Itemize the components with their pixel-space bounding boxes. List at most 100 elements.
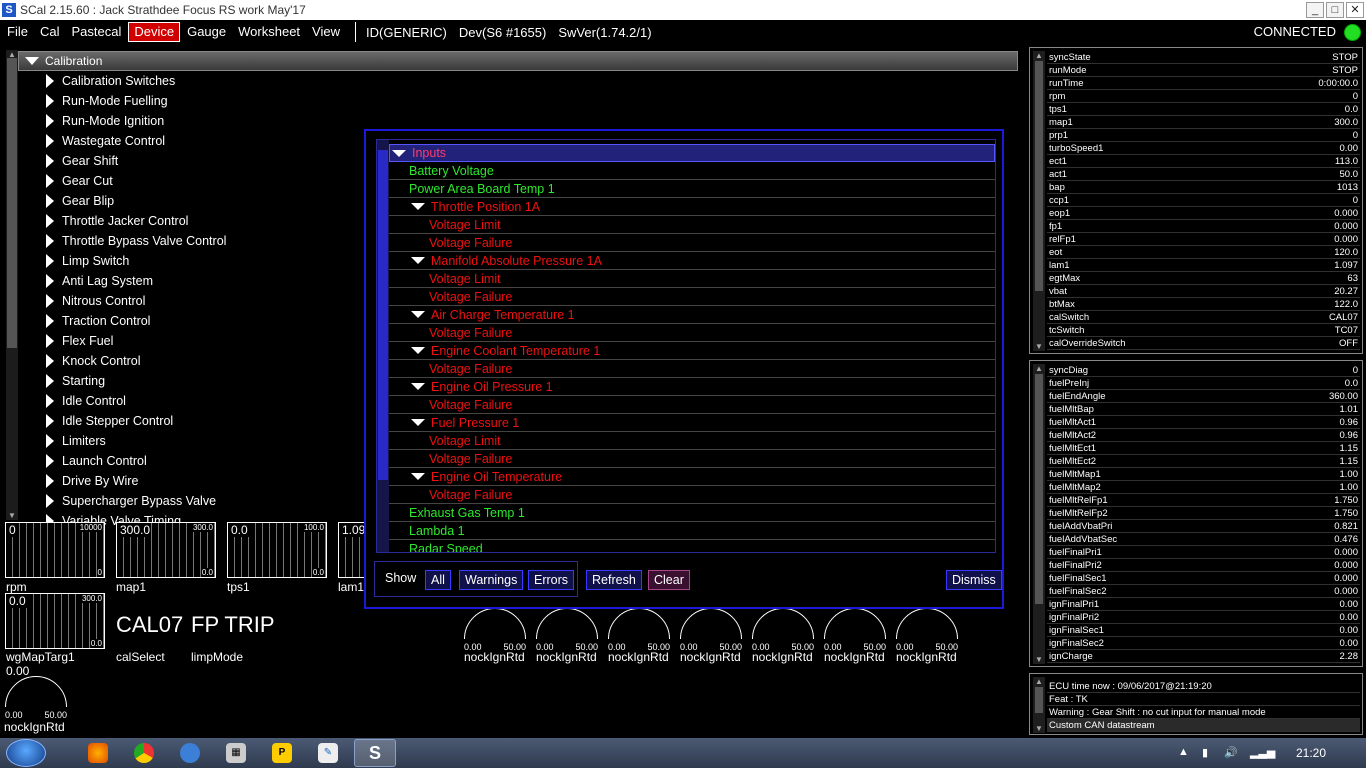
live-data-row[interactable]: fuelMltEct1 1.15 [1047,442,1360,455]
live-data-row[interactable]: fuelMltRelFp2 1.750 [1047,507,1360,520]
dismiss-button[interactable]: Dismiss [946,570,1002,590]
diag-row[interactable]: Radar Speed [389,540,995,553]
panel1-scroll-up-icon[interactable]: ▲ [1035,51,1043,60]
calculator-icon[interactable]: ▦ [226,743,246,763]
live-data-row[interactable]: fuelFinalSec1 0.000 [1047,572,1360,585]
panel1-scroll-down-icon[interactable]: ▼ [1035,342,1043,351]
live-data-row[interactable]: ignFinalPri2 0.00 [1047,611,1360,624]
refresh-button[interactable]: Refresh [586,570,642,590]
live-data-row[interactable]: rpm 0 [1047,90,1360,103]
filter-warnings-button[interactable]: Warnings [459,570,524,590]
live-data-row[interactable]: bap 1013 [1047,181,1360,194]
menu-worksheet[interactable]: Worksheet [233,22,305,42]
live-data-row[interactable]: relFp1 0.000 [1047,233,1360,246]
tree-item[interactable]: Throttle Bypass Valve Control [46,231,226,251]
knock-ign-rtd-dial[interactable]: 0.00 50.00 [752,608,814,656]
menu-view[interactable]: View [307,22,345,42]
live-data-row[interactable]: turboSpeed1 0.00 [1047,142,1360,155]
diag-row[interactable]: Engine Oil Temperature [389,468,995,486]
live-data-row[interactable]: ccp1 0 [1047,194,1360,207]
tree-item[interactable]: Anti Lag System [46,271,153,291]
scal-icon[interactable]: S [365,743,385,763]
scroll-down-icon[interactable]: ▼ [8,511,16,520]
diag-row[interactable]: Voltage Failure [389,486,995,504]
live-data-row[interactable]: calOverrideSwitch OFF [1047,337,1360,350]
knock-ign-rtd-dial[interactable]: 0.00 50.00 [896,608,958,656]
expand-down-icon[interactable] [411,419,425,426]
live-data-row[interactable]: fp1 0.000 [1047,220,1360,233]
tree-item[interactable]: Gear Blip [46,191,114,211]
live-data-row[interactable]: fuelEndAngle 360.00 [1047,390,1360,403]
live-data-row[interactable]: fuelMltEct2 1.15 [1047,455,1360,468]
expand-down-icon[interactable] [411,473,425,480]
live-data-row[interactable]: fuelAddVbatSec 0.476 [1047,533,1360,546]
dialog-scrollbar[interactable] [377,140,389,552]
map1-gauge[interactable]: 300.0 300.0 0.0 [116,522,216,578]
diag-row[interactable]: Inputs [389,144,995,162]
knock-ign-rtd-dial[interactable]: 0.00 50.00 [680,608,742,656]
live-data-row[interactable]: fuelMltAct1 0.96 [1047,416,1360,429]
menu-gauge[interactable]: Gauge [182,22,231,42]
diag-row[interactable]: Engine Coolant Temperature 1 [389,342,995,360]
maximize-button[interactable]: □ [1326,2,1344,18]
expand-down-icon[interactable] [392,149,406,157]
wgmaptarg1-gauge[interactable]: 0.0 300.0 0.0 [5,593,105,649]
live-data-row[interactable]: fuelMltRelFp1 1.750 [1047,494,1360,507]
tree-item[interactable]: Drive By Wire [46,471,138,491]
diag-row[interactable]: Engine Oil Pressure 1 [389,378,995,396]
diag-row[interactable]: Fuel Pressure 1 [389,414,995,432]
live-data-row[interactable]: fuelMltAct2 0.96 [1047,429,1360,442]
knock-ign-rtd-dial[interactable]: 0.00 50.00 [464,608,526,656]
diag-row[interactable]: Voltage Failure [389,360,995,378]
diag-row[interactable]: Lambda 1 [389,522,995,540]
filter-all-button[interactable]: All [425,570,451,590]
tree-item[interactable]: Flex Fuel [46,331,113,351]
expand-down-icon[interactable] [411,203,425,210]
tree-scroll-thumb[interactable] [7,58,17,348]
expand-down-icon[interactable] [411,257,425,264]
live-data-row[interactable]: fuelFinalSec2 0.000 [1047,585,1360,598]
dialog-scroll-thumb[interactable] [378,150,388,480]
diag-row[interactable]: Voltage Failure [389,288,995,306]
diag-row[interactable]: Exhaust Gas Temp 1 [389,504,995,522]
network-icon[interactable]: ▂▃▅ [1250,746,1275,759]
tree-item[interactable]: Run-Mode Fuelling [46,91,168,111]
menu-device[interactable]: Device [128,22,181,42]
minimize-button[interactable]: _ [1306,2,1324,18]
diag-row[interactable]: Manifold Absolute Pressure 1A [389,252,995,270]
menu-pastecal[interactable]: Pastecal [66,22,126,42]
tree-item[interactable]: Supercharger Bypass Valve [46,491,216,511]
live-data-row[interactable]: fuelAddVbatPri 0.821 [1047,520,1360,533]
volume-icon[interactable]: 🔊 [1224,746,1238,759]
live-data-row[interactable]: runTime 0:00:00.0 [1047,77,1360,90]
tree-item[interactable]: Calibration Switches [46,71,175,91]
ecu-message-row[interactable]: Feat : TK [1047,693,1360,706]
knock-left-dial[interactable]: 0.00 50.00 [5,676,67,724]
live-data-row[interactable]: syncState STOP [1047,51,1360,64]
tree-item[interactable]: Idle Control [46,391,126,411]
tree-item[interactable]: Gear Cut [46,171,113,191]
diag-row[interactable]: Throttle Position 1A [389,198,995,216]
live-data-row[interactable]: ignFinalPri1 0.00 [1047,598,1360,611]
menu-cal[interactable]: Cal [35,22,65,42]
live-data-row[interactable]: fuelPreInj 0.0 [1047,377,1360,390]
expand-down-icon[interactable] [411,311,425,318]
tree-item[interactable]: Starting [46,371,105,391]
diag-row[interactable]: Battery Voltage [389,162,995,180]
tps1-gauge[interactable]: 0.0 100.0 0.0 [227,522,327,578]
tree-item[interactable]: Throttle Jacker Control [46,211,188,231]
live-data-row[interactable]: map1 300.0 [1047,116,1360,129]
tree-item[interactable]: Knock Control [46,351,141,371]
live-data-row[interactable]: tps1 0.0 [1047,103,1360,116]
expand-down-icon[interactable] [411,383,425,390]
diag-row[interactable]: Voltage Limit [389,432,995,450]
live-data-row[interactable]: runMode STOP [1047,64,1360,77]
live-data-row[interactable]: lam1 1.097 [1047,259,1360,272]
battery-icon[interactable]: ▮ [1202,746,1208,759]
live-data-row[interactable]: ignCharge 2.28 [1047,650,1360,663]
app-pen-icon[interactable]: ✎ [318,743,338,763]
tree-item[interactable]: Idle Stepper Control [46,411,173,431]
panel1-scrollbar[interactable]: ▲ ▼ [1033,51,1045,351]
menu-file[interactable]: File [2,22,33,42]
live-data-row[interactable]: ignFinalSec2 0.00 [1047,637,1360,650]
